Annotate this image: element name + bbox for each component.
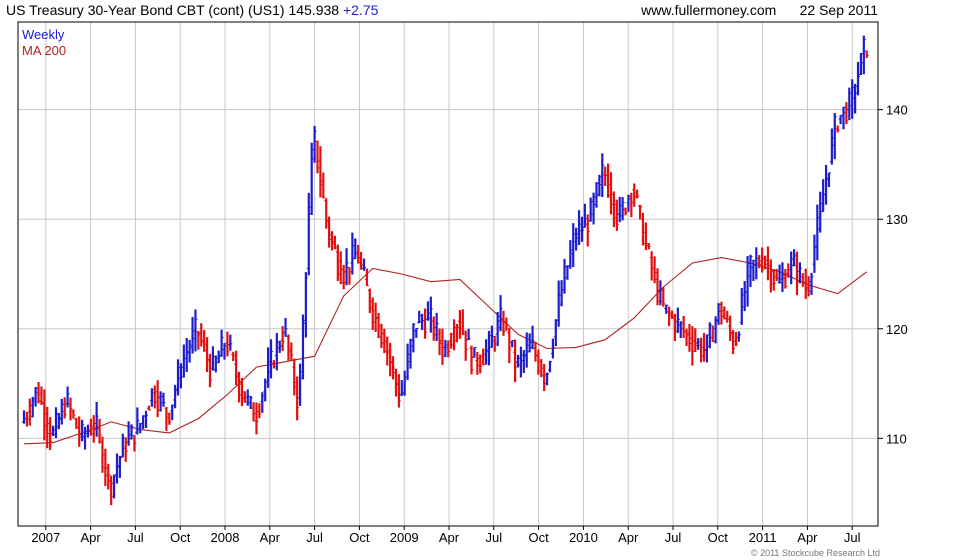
plot-frame [17,21,879,527]
x-tick-label: Apr [797,530,818,545]
x-tick-label: Apr [80,530,101,545]
x-tick-label: 2010 [569,530,598,545]
x-axis: 2007 Apr Jul Oct 2008 Apr Jul Oct 2009 Apr Jul Oct 2… [31,526,861,545]
x-tick-label: Apr [618,530,639,545]
x-tick-label: Jul [127,530,144,545]
x-tick-label: Jul [844,530,861,545]
legend-ma-200: MA 200 [22,43,67,58]
price-chart: 110120130140 2007 Apr Jul Oct 2008 Apr Jul Oct 2… [17,21,908,545]
x-tick-label: Oct [708,530,729,545]
weekly-bars-series [22,35,869,506]
x-tick-label: Jul [665,530,682,545]
y-axis: 110 120 130 140 [878,103,908,446]
x-tick-label: Apr [439,530,460,545]
y-tick-label: 140 [886,103,908,118]
x-tick-label: 2011 [749,530,777,545]
x-tick-label: Jul [306,530,323,545]
x-tick-label: 2008 [211,530,240,545]
x-tick-label: Oct [170,530,191,545]
x-tick-label: Oct [349,530,370,545]
y-tick-label: 120 [886,322,908,337]
copyright-notice: © 2011 Stockcube Research Ltd [750,548,880,558]
grid-lines [18,22,878,526]
x-tick-label: 2009 [390,530,419,545]
y-tick-label: 130 [886,212,908,227]
x-tick-label: Oct [528,530,549,545]
x-tick-label: Jul [485,530,502,545]
y-tick-label: 110 [886,431,907,446]
legend-weekly: Weekly [22,27,65,42]
x-tick-label: 2007 [31,530,60,545]
x-tick-label: Apr [260,530,281,545]
